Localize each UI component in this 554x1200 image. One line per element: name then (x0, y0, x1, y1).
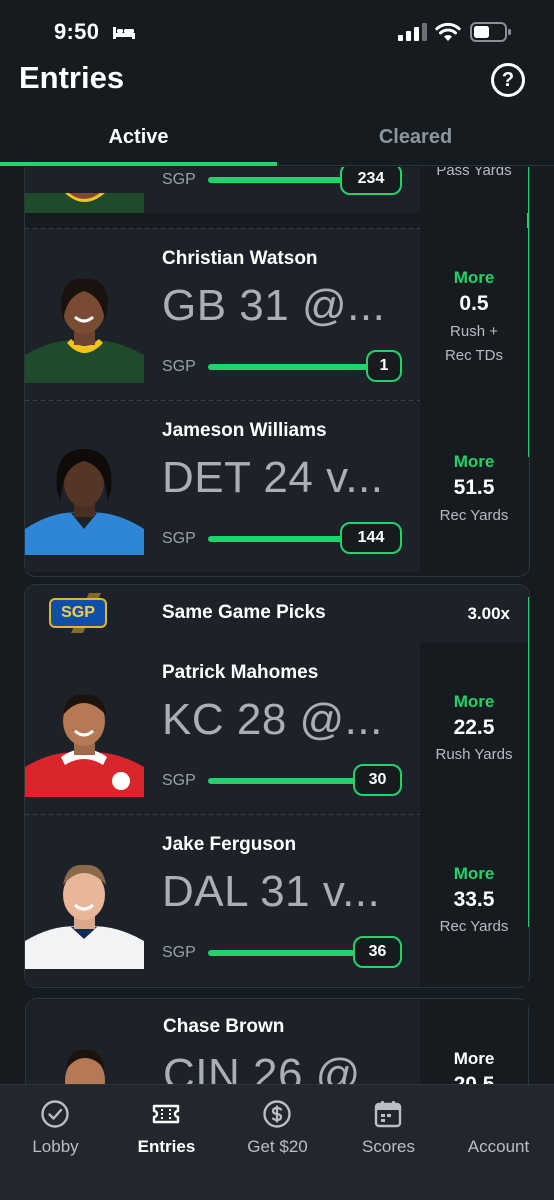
pick-direction: More (453, 1049, 495, 1068)
pick-row[interactable]: Christian Watson GB 31 @... SGP 1 More 0… (25, 228, 528, 400)
game-info: GB 31 @... (162, 281, 386, 330)
stat-type: Rush Yards (435, 746, 513, 763)
pick-row[interactable]: Jameson Williams DET 24 v... SGP 144 Mor… (25, 400, 528, 572)
calendar-icon (374, 1101, 402, 1128)
nav-lobby[interactable]: Lobby (0, 1085, 111, 1165)
status-bar: 9:50 (0, 0, 554, 60)
check-circle-icon (41, 1100, 69, 1128)
pick-row-partial[interactable]: SGP 234 Pass Yards (25, 167, 528, 213)
player-name: Jake Ferguson (162, 834, 297, 855)
tab-active[interactable]: Active (0, 110, 277, 166)
player-name: Christian Watson (162, 248, 318, 269)
player-photo-icon (26, 1044, 145, 1084)
nav-label: Account (467, 1137, 530, 1156)
player-avatar (26, 1032, 145, 1084)
game-info: CIN 26 @... (163, 1050, 400, 1084)
pick-projection: More 51.5 Rec Yards (420, 400, 528, 572)
player-name: Patrick Mahomes (162, 662, 319, 683)
status-time: 9:50 (54, 19, 100, 44)
stat-type: Rec Yards (439, 507, 509, 524)
player-avatar (25, 687, 144, 797)
pick-direction: More (453, 452, 495, 471)
header: Entries ? (0, 55, 554, 110)
player-name: Jameson Williams (162, 420, 327, 441)
nav-entries[interactable]: Entries (111, 1085, 222, 1165)
game-info: DAL 31 v... (162, 867, 381, 916)
nav-get-20[interactable]: Get $20 (222, 1085, 333, 1165)
entries-tabs: Active Cleared (0, 110, 554, 166)
sleep-mode-icon (113, 27, 135, 39)
pick-projection: More 22.5 Rush Yards (420, 642, 528, 814)
sgp-label: SGP (162, 171, 196, 188)
pick-row[interactable]: Patrick Mahomes KC 28 @... SGP 30 More 2… (25, 642, 528, 814)
stat-type-line2: Rec TDs (444, 347, 504, 364)
pick-line: 33.5 (453, 888, 495, 911)
pick-projection: More 20.5 (420, 1000, 528, 1084)
sgp-value: 36 (353, 936, 402, 968)
pick-line: 20.5 (420, 1073, 528, 1084)
group-multiplier: 3.00x (467, 604, 510, 623)
ticket-icon (152, 1104, 180, 1124)
battery-icon (470, 22, 511, 42)
nav-label: Get $20 (247, 1137, 308, 1156)
sgp-group-header[interactable]: SGP Same Game Picks 3.00x (25, 585, 528, 642)
player-avatar (25, 167, 144, 213)
stat-type: Rush + (450, 323, 498, 340)
player-photo-icon (25, 687, 144, 797)
page-title: Entries (19, 60, 125, 95)
sgp-badge: SGP (43, 593, 113, 633)
cellular-signal-icon (398, 23, 427, 41)
player-photo-icon (25, 859, 144, 969)
nav-account[interactable]: Account (443, 1085, 554, 1165)
pick-row[interactable]: Chase Brown CIN 26 @... More 20.5 (26, 1000, 528, 1084)
nav-label: Scores (362, 1137, 415, 1156)
player-avatar (25, 859, 144, 969)
sgp-value: 1 (366, 350, 402, 382)
help-icon[interactable]: ? (491, 63, 525, 97)
pick-direction: More (453, 692, 495, 711)
pick-projection: More 33.5 Rec Yards (420, 814, 528, 986)
sgp-value: 144 (340, 522, 402, 554)
sgp-label: SGP (162, 772, 196, 789)
stat-type: Rec Yards (439, 918, 509, 935)
pick-projection: More 0.5 Rush + Rec TDs (420, 228, 528, 400)
nav-label: Entries (137, 1137, 196, 1156)
pick-line: 0.5 (459, 292, 489, 315)
player-avatar (25, 273, 144, 383)
wifi-icon (435, 22, 461, 41)
sgp-badge-label: SGP (49, 598, 107, 628)
entries-list[interactable]: SGP 234 Pass Yards Christian Watson GB 3… (0, 167, 554, 1084)
pick-projection: Pass Yards (420, 167, 528, 213)
sgp-value: 30 (353, 764, 402, 796)
active-tab-indicator (0, 162, 277, 166)
pick-direction: More (453, 864, 495, 883)
tab-cleared[interactable]: Cleared (277, 110, 554, 166)
pick-direction: More (453, 268, 495, 287)
sgp-label: SGP (162, 530, 196, 547)
sgp-value: 234 (340, 167, 402, 195)
pick-row[interactable]: Jake Ferguson DAL 31 v... SGP 36 More 33… (25, 814, 528, 986)
pick-line: 51.5 (453, 476, 495, 499)
player-avatar (25, 445, 144, 555)
game-info: DET 24 v... (162, 453, 384, 502)
player-photo-icon (25, 273, 144, 383)
dollar-circle-icon (263, 1100, 291, 1128)
bottom-nav: Lobby Entries Get $20 Scores Account (0, 1084, 554, 1200)
group-title: Same Game Picks (162, 602, 326, 623)
nav-scores[interactable]: Scores (333, 1085, 444, 1165)
player-name: Chase Brown (163, 1016, 285, 1037)
player-photo-icon (25, 193, 144, 213)
game-info: KC 28 @... (162, 695, 383, 744)
nav-label: Lobby (32, 1137, 79, 1156)
player-photo-icon (25, 445, 144, 555)
sgp-label: SGP (162, 358, 196, 375)
stat-type: Pass Yards (436, 167, 512, 179)
sgp-label: SGP (162, 944, 196, 961)
pick-line: 22.5 (453, 716, 495, 739)
